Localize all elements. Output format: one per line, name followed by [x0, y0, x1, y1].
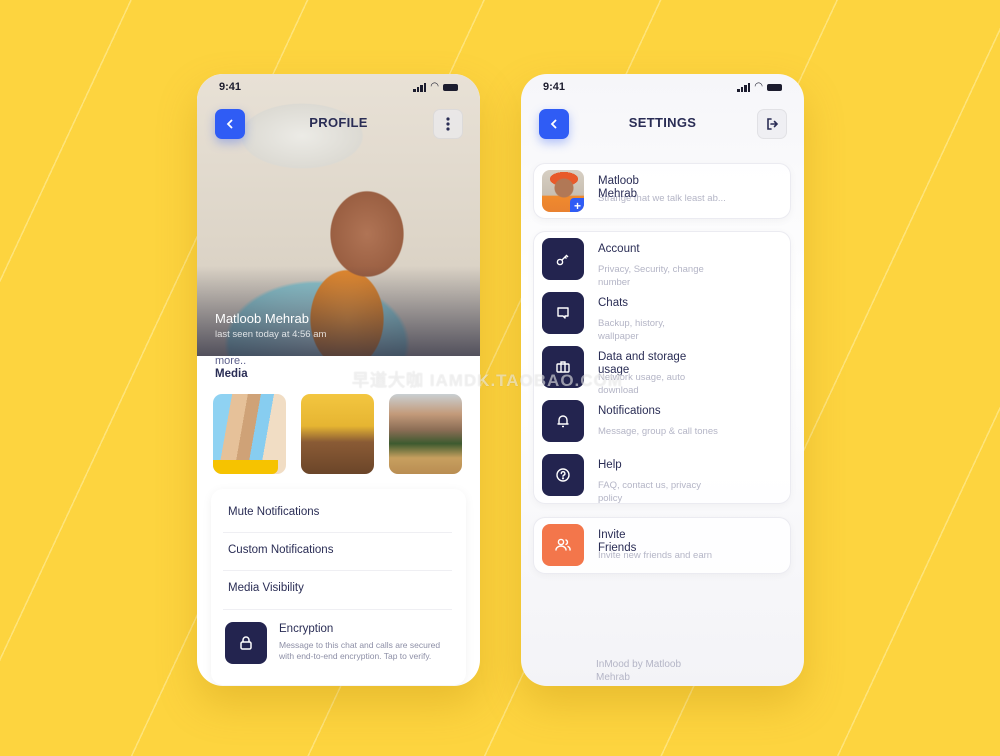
encryption-button[interactable] [225, 622, 267, 664]
kebab-menu-icon [446, 117, 450, 131]
logout-icon [767, 118, 779, 130]
divider [223, 609, 452, 610]
lock-icon [240, 636, 252, 650]
encryption-title: Encryption [279, 623, 334, 635]
footer-credit: InMood by Matloob Mehrab [596, 659, 682, 683]
chevron-left-icon [226, 119, 233, 129]
back-button[interactable] [215, 109, 245, 139]
key-icon [542, 238, 584, 280]
media-thumbnail[interactable] [301, 394, 374, 474]
profile-name: Matloob Mehrab [215, 311, 309, 326]
media-heading: Media [215, 368, 248, 380]
user-name: Matloob Mehrab [598, 175, 639, 200]
more-link[interactable]: more.. [215, 355, 246, 367]
chat-icon [542, 292, 584, 334]
avatar[interactable]: + [542, 170, 584, 212]
wifi-icon: ◠ [430, 81, 439, 92]
battery-icon [767, 83, 782, 91]
custom-notifications-option[interactable]: Custom Notifications [228, 544, 333, 556]
bell-icon [542, 400, 584, 442]
status-time: 9:41 [543, 81, 566, 93]
settings-item-subtitle: Backup, history, wallpaper [598, 318, 665, 342]
settings-item-help[interactable]: FAQ, contact us, privacy policy Help [542, 454, 782, 504]
profile-options-card: Mute Notifications Custom Notifications … [211, 489, 466, 685]
logout-button[interactable] [757, 109, 787, 139]
signal-icon [413, 82, 427, 92]
watermark: 早道大咖 IAMDK.TAOBAO.COM [352, 371, 623, 390]
status-time: 9:41 [219, 81, 242, 93]
add-photo-icon[interactable]: + [570, 198, 584, 212]
settings-item-account[interactable]: Privacy, Security, change number Account [542, 238, 782, 288]
back-button[interactable] [539, 109, 569, 139]
settings-item-notifications[interactable]: Message, group & call tones Notification… [542, 400, 782, 444]
settings-item-title: Account [598, 243, 640, 255]
settings-item-title: Notifications [598, 405, 661, 417]
media-gallery [213, 394, 462, 474]
divider [223, 570, 452, 571]
media-thumbnail[interactable] [213, 394, 286, 474]
settings-item-subtitle: FAQ, contact us, privacy policy [598, 480, 701, 504]
invite-card[interactable]: Invite new friends and earn Invite Frien… [533, 517, 791, 574]
help-icon [542, 454, 584, 496]
settings-item-subtitle: Privacy, Security, change number [598, 264, 704, 288]
encryption-description: Message to this chat and calls are secur… [279, 640, 441, 661]
media-thumbnail[interactable] [389, 394, 462, 474]
media-visibility-option[interactable]: Media Visibility [228, 582, 304, 594]
divider [223, 532, 452, 533]
more-options-button[interactable] [433, 109, 463, 139]
last-seen: last seen today at 4:56 am [215, 329, 327, 340]
user-card[interactable]: + Strange that we talk least ab... Matlo… [533, 163, 791, 219]
settings-item-title: Chats [598, 297, 629, 309]
wifi-icon: ◠ [754, 81, 763, 92]
status-bar: 9:41 ◠ [521, 74, 804, 100]
settings-item-subtitle: Message, group & call tones [598, 426, 718, 437]
chevron-left-icon [550, 119, 557, 129]
invite-title: Invite Friends [598, 529, 637, 554]
mute-notifications-option[interactable]: Mute Notifications [228, 506, 319, 518]
signal-icon [737, 82, 751, 92]
settings-item-chats[interactable]: Backup, history, wallpaper Chats [542, 292, 782, 342]
users-icon [542, 524, 584, 566]
status-bar: 9:41 ◠ [197, 74, 480, 100]
battery-icon [443, 83, 458, 91]
settings-item-title: Help [598, 459, 622, 471]
